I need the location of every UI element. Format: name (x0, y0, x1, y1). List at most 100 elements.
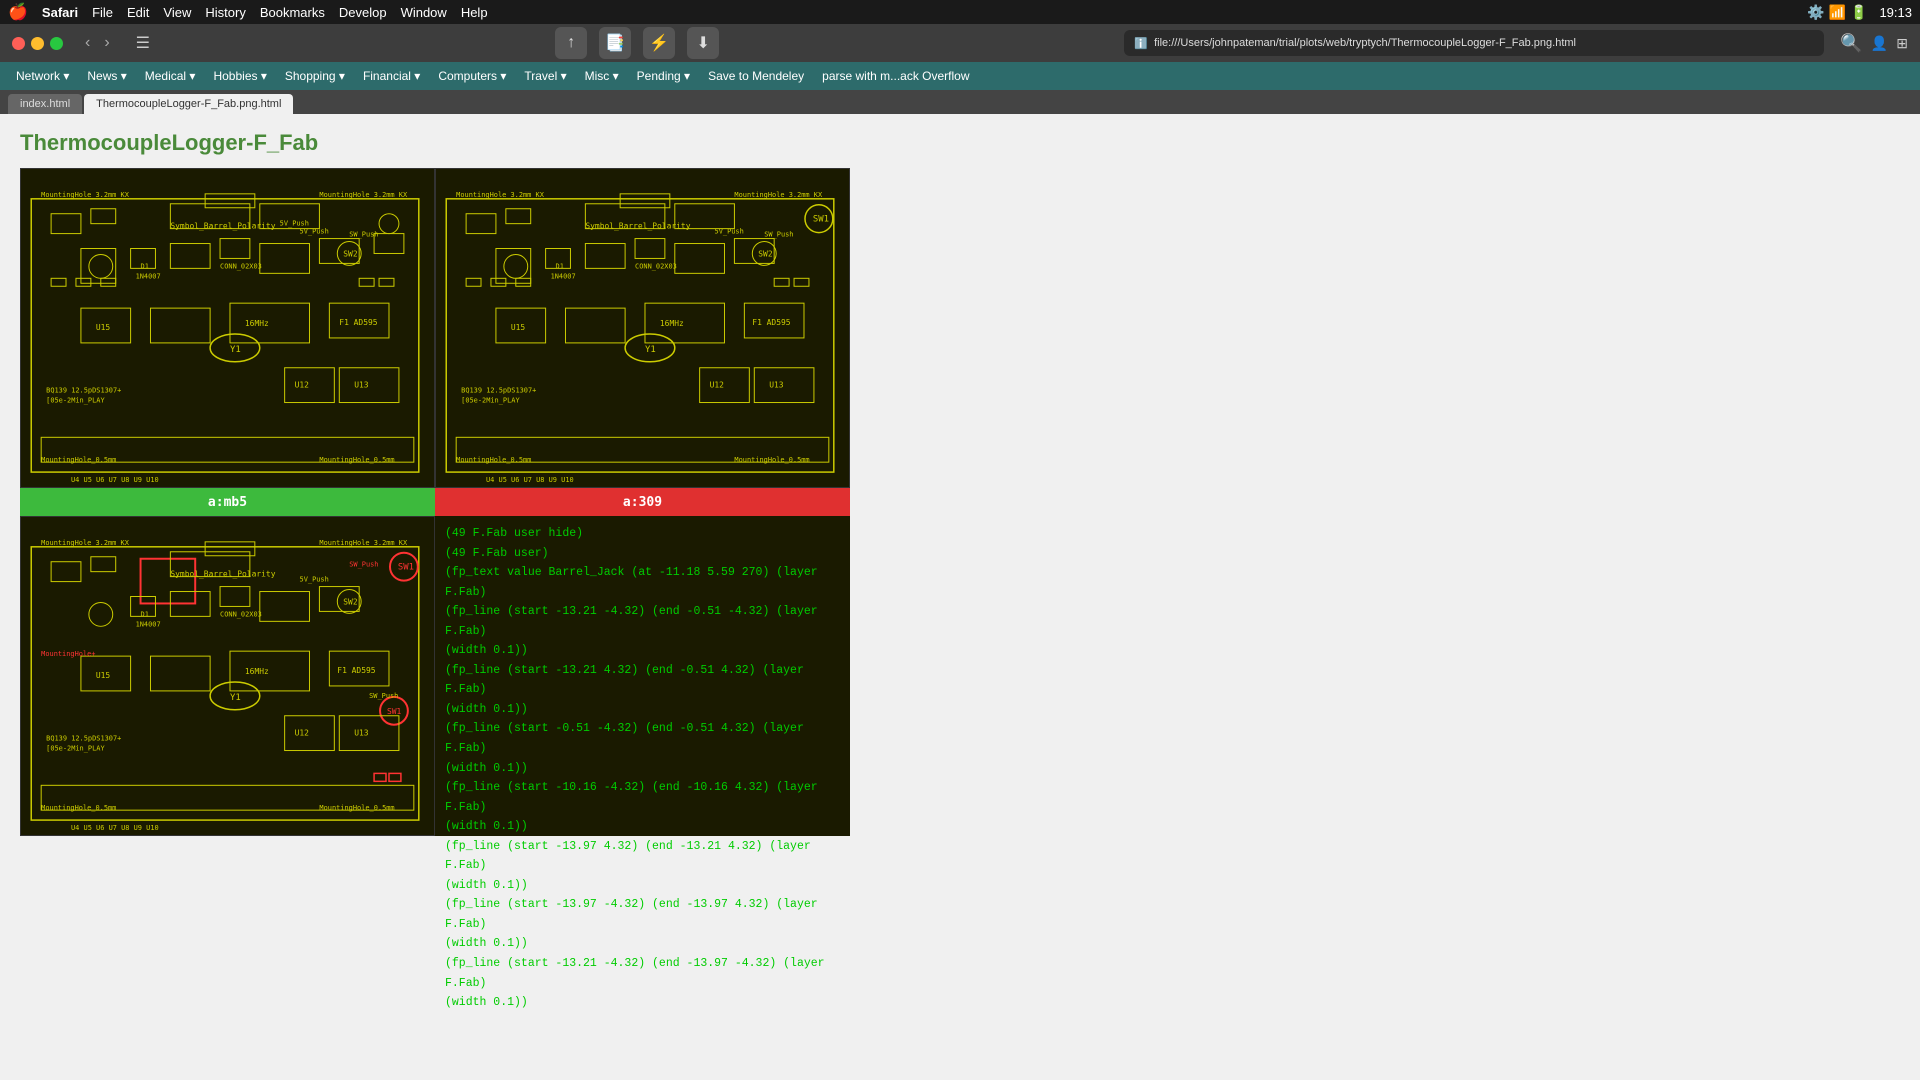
safari-menu[interactable]: Safari (42, 5, 78, 20)
bm-medical[interactable]: Medical ▾ (137, 67, 204, 85)
forward-button[interactable]: › (98, 32, 115, 54)
page-content: ThermocoupleLogger-F_Fab (0, 114, 1920, 1080)
code-line: (width 0.1)) (445, 993, 840, 1013)
bm-computers[interactable]: Computers ▾ (430, 67, 514, 85)
pcb-top-right: SW1 Y1 U15 16MHz F1 AD595 (435, 168, 850, 488)
svg-text:MountingHole_0.5mm: MountingHole_0.5mm (41, 804, 116, 812)
download-icon[interactable]: ⬇ (687, 27, 719, 59)
svg-text:MountingHole+: MountingHole+ (41, 650, 95, 658)
history-menu[interactable]: History (205, 5, 245, 20)
user-icon[interactable]: 👤 (1871, 35, 1888, 52)
svg-text:D1: D1 (141, 610, 149, 618)
svg-text:CONN_02X03: CONN_02X03 (635, 262, 677, 270)
svg-text:U12: U12 (295, 381, 310, 390)
address-bar[interactable]: ℹ️ file:///Users/johnpateman/trial/plots… (1124, 30, 1824, 56)
help-menu[interactable]: Help (461, 5, 488, 20)
nav-buttons: ‹ › (79, 32, 116, 54)
svg-text:D1: D1 (141, 262, 149, 270)
pcb-top-row: Y1 U15 16MHz F1 AD595 (20, 168, 850, 516)
tab-index[interactable]: index.html (8, 94, 82, 114)
svg-text:U13: U13 (354, 381, 369, 390)
pcb-top-right-container: SW1 Y1 U15 16MHz F1 AD595 (435, 168, 850, 516)
code-line: (width 0.1)) (445, 759, 840, 779)
share-icon[interactable]: ↑ (555, 27, 587, 59)
svg-text:MountingHole_0.5mm: MountingHole_0.5mm (734, 456, 809, 464)
minimize-button[interactable] (31, 37, 44, 50)
tab-thermocouple[interactable]: ThermocoupleLogger-F_Fab.png.html (84, 94, 293, 114)
pcb-bottom-left-container: SW1 SW_Push SW2 (20, 516, 435, 836)
svg-text:U13: U13 (769, 381, 784, 390)
svg-text:CONN_02X03: CONN_02X03 (220, 262, 262, 270)
apple-menu[interactable]: 🍎 (8, 2, 28, 22)
svg-text:U15: U15 (96, 671, 111, 680)
bm-hobbies[interactable]: Hobbies ▾ (205, 67, 274, 85)
close-button[interactable] (12, 37, 25, 50)
pcb-top-left-svg: Y1 U15 16MHz F1 AD595 (21, 169, 434, 487)
back-button[interactable]: ‹ (79, 32, 96, 54)
svg-text:SW_Push: SW_Push (349, 231, 378, 239)
edit-menu[interactable]: Edit (127, 5, 149, 20)
extensions-icon[interactable]: ⚡ (643, 27, 675, 59)
pcb-bottom-left: SW1 SW_Push SW2 (20, 516, 435, 836)
svg-text:Y1: Y1 (230, 693, 241, 703)
svg-text:SW_Push: SW_Push (349, 561, 378, 569)
bookmark-icon[interactable]: 📑 (599, 27, 631, 59)
bm-news[interactable]: News ▾ (79, 67, 134, 85)
pcb-grid: Y1 U15 16MHz F1 AD595 (20, 168, 850, 836)
bm-financial[interactable]: Financial ▾ (355, 67, 428, 85)
svg-text:5V_Push: 5V_Push (300, 576, 329, 584)
svg-text:16MHz: 16MHz (660, 319, 684, 328)
view-menu[interactable]: View (163, 5, 191, 20)
svg-text:BQ139 12.5pDS1307+: BQ139 12.5pDS1307+ (461, 387, 536, 395)
file-menu[interactable]: File (92, 5, 113, 20)
svg-text:[05e-2Min_PLAY: [05e-2Min_PLAY (46, 745, 105, 753)
svg-text:D1: D1 (556, 262, 564, 270)
code-line: (fp_text value Barrel_Jack (at -11.18 5.… (445, 563, 840, 602)
svg-text:SW2: SW2 (758, 249, 773, 258)
svg-text:MountingHole_3.2mm_KX: MountingHole_3.2mm_KX (41, 191, 130, 199)
pcb-bottom-row: SW1 SW_Push SW2 (20, 516, 850, 836)
bm-shopping[interactable]: Shopping ▾ (277, 67, 353, 85)
tab-bar: index.html ThermocoupleLogger-F_Fab.png.… (0, 90, 1920, 114)
svg-text:SW_Push: SW_Push (369, 692, 398, 700)
develop-menu[interactable]: Develop (339, 5, 387, 20)
svg-text:[05e-2Min_PLAY: [05e-2Min_PLAY (461, 397, 520, 405)
search-icon[interactable]: 🔍 (1840, 33, 1862, 54)
code-line: (fp_line (start -10.16 -4.32) (end -10.1… (445, 778, 840, 817)
tabs-icon[interactable]: ⊞ (1896, 35, 1908, 52)
code-line: (fp_line (start -13.97 4.32) (end -13.21… (445, 837, 840, 876)
bm-pending[interactable]: Pending ▾ (629, 67, 698, 85)
maximize-button[interactable] (50, 37, 63, 50)
menu-bar: 🍎 Safari File Edit View History Bookmark… (0, 0, 1920, 24)
window-menu[interactable]: Window (401, 5, 447, 20)
bm-network[interactable]: Network ▾ (8, 67, 77, 85)
bm-parse[interactable]: parse with m...ack Overflow (814, 67, 977, 85)
svg-text:SW1: SW1 (387, 707, 402, 716)
bm-misc[interactable]: Misc ▾ (577, 67, 627, 85)
pcb-top-left: Y1 U15 16MHz F1 AD595 (20, 168, 435, 488)
code-line: (fp_line (start -13.21 4.32) (end -0.51 … (445, 661, 840, 700)
code-line: (49 F.Fab user) (445, 544, 840, 564)
traffic-lights (12, 37, 63, 50)
code-line: (width 0.1)) (445, 876, 840, 896)
svg-text:MountingHole_0.5mm: MountingHole_0.5mm (41, 456, 116, 464)
svg-text:U12: U12 (295, 729, 310, 738)
pcb-top-right-label: a:309 (435, 488, 850, 516)
svg-text:SW1: SW1 (398, 563, 414, 573)
pcb-top-right-svg: SW1 Y1 U15 16MHz F1 AD595 (436, 169, 849, 487)
bm-travel[interactable]: Travel ▾ (516, 67, 574, 85)
bm-mendeley[interactable]: Save to Mendeley (700, 67, 812, 85)
svg-text:U15: U15 (96, 323, 111, 332)
svg-text:U15: U15 (511, 323, 526, 332)
svg-text:MountingHole_0.5mm: MountingHole_0.5mm (319, 456, 394, 464)
svg-text:16MHz: 16MHz (245, 667, 269, 676)
svg-text:5V_Push: 5V_Push (280, 220, 309, 228)
svg-text:SW_Push: SW_Push (764, 231, 793, 239)
clock: 19:13 (1879, 5, 1912, 20)
bookmarks-menu[interactable]: Bookmarks (260, 5, 325, 20)
sidebar-button[interactable]: ☰ (128, 31, 158, 55)
bookmark-bar: Network ▾ News ▾ Medical ▾ Hobbies ▾ Sho… (0, 62, 1920, 90)
svg-text:U4 U5 U6 U7 U8 U9: U4 U5 U6 U7 U8 U9 U10 (71, 824, 159, 832)
svg-text:Symbol_Barrel_Polarity: Symbol_Barrel_Polarity (170, 570, 275, 579)
svg-text:SW1: SW1 (813, 215, 829, 225)
